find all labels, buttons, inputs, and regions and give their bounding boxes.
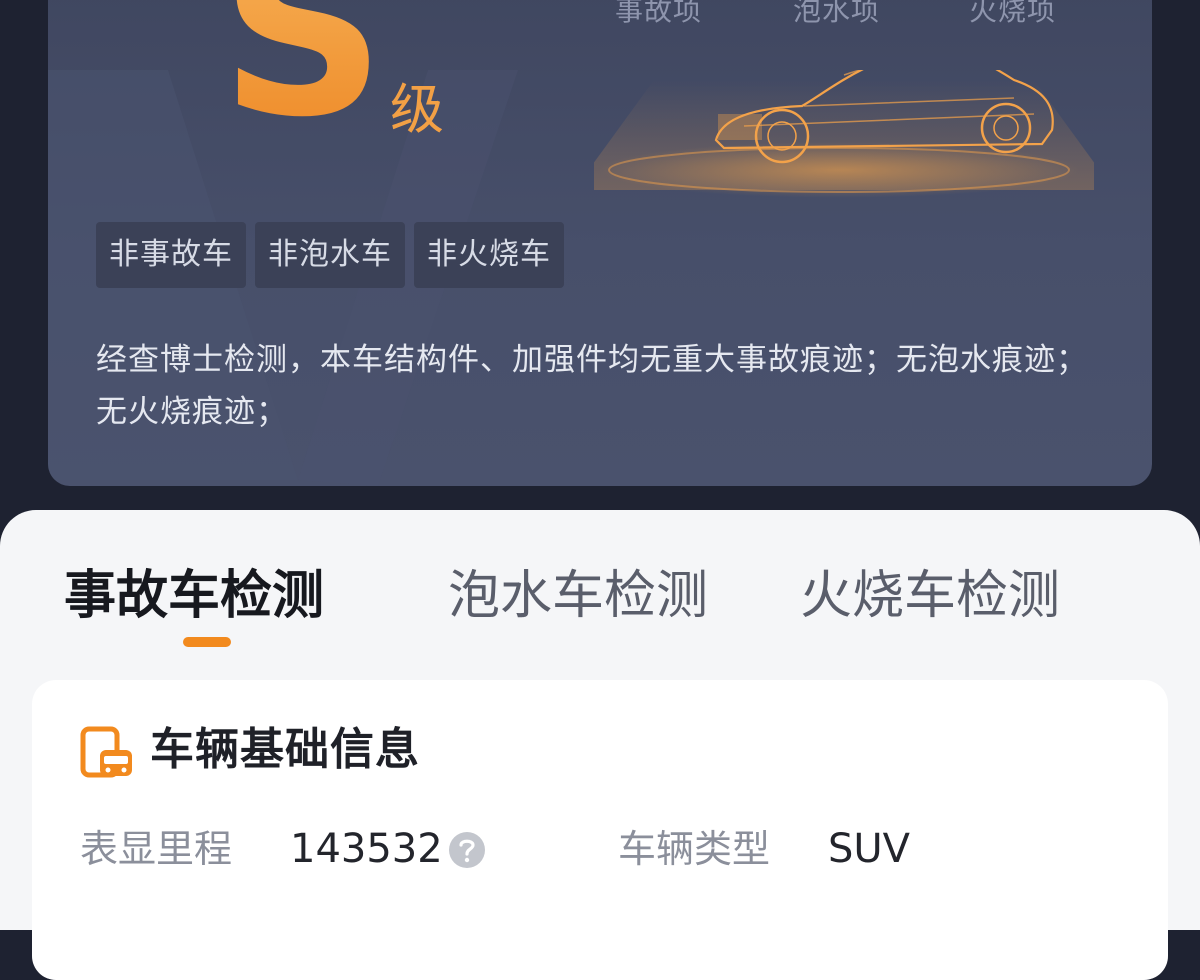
tag-non-accident: 非事故车 bbox=[96, 222, 246, 288]
column-accident: 事故项 bbox=[615, 0, 703, 27]
basic-info-title: 车辆基础信息 bbox=[150, 724, 420, 775]
mileage-value: 143532 bbox=[290, 826, 443, 872]
result-tags: 非事故车 非泡水车 非火烧车 bbox=[96, 222, 564, 288]
help-icon[interactable] bbox=[448, 831, 486, 869]
grade-letter: S bbox=[220, 0, 386, 150]
tab-flood-detection[interactable]: 泡水车检测 bbox=[448, 566, 708, 626]
inspection-summary: 经查博士检测，本车结构件、加强件均无重大事故痕迹；无泡水痕迹；无火烧痕迹； bbox=[96, 342, 1088, 430]
vehicle-type-value: SUV bbox=[828, 826, 911, 872]
column-fire: 火烧项 bbox=[969, 0, 1057, 27]
car-wireframe-icon bbox=[594, 70, 1094, 198]
mileage-label: 表显里程 bbox=[80, 827, 233, 871]
report-summary-card: 事故项 泡水项 火烧项 S 级 非事故车 非泡水车 非火烧车 经查博士检测，本车… bbox=[48, 0, 1152, 486]
column-flood: 泡水项 bbox=[793, 0, 881, 27]
tab-accident-detection[interactable]: 事故车检测 bbox=[64, 566, 324, 626]
tab-active-indicator bbox=[183, 637, 231, 647]
detail-sheet: 事故车检测 泡水车检测 火烧车检测 车辆基础信息 表显里程 143532 车辆类… bbox=[0, 510, 1200, 980]
inspection-columns: 事故项 泡水项 火烧项 bbox=[48, 0, 1152, 26]
car-document-icon bbox=[80, 726, 132, 778]
grade-unit: 级 bbox=[390, 78, 444, 141]
tag-non-flood: 非泡水车 bbox=[255, 222, 405, 288]
tab-fire-detection[interactable]: 火烧车检测 bbox=[800, 566, 1060, 626]
tag-non-fire: 非火烧车 bbox=[414, 222, 564, 288]
vehicle-type-label: 车辆类型 bbox=[618, 827, 771, 871]
basic-info-card: 车辆基础信息 表显里程 143532 车辆类型 SUV bbox=[32, 680, 1168, 980]
